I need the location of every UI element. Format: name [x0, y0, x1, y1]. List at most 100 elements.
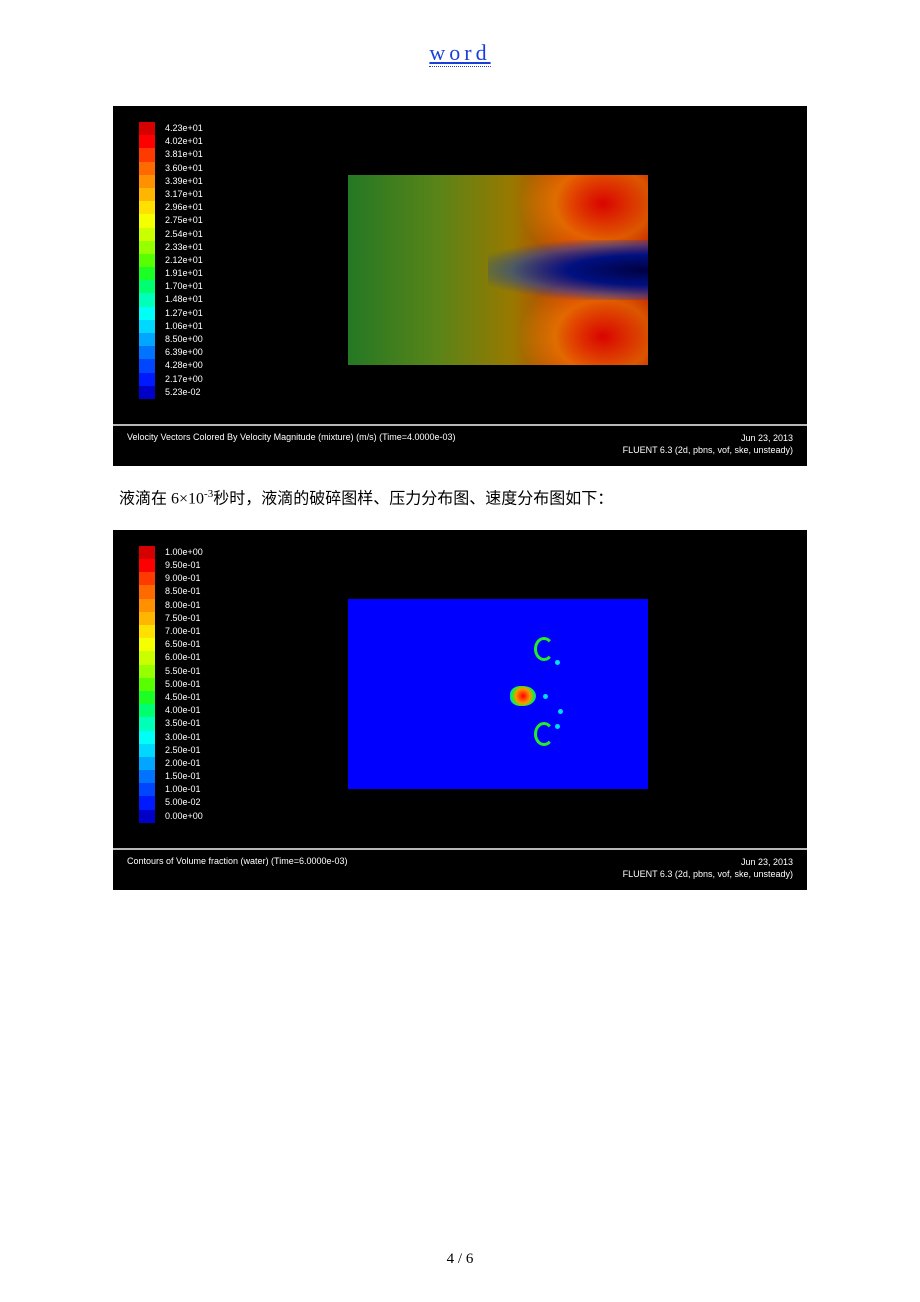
figure1-solver: FLUENT 6.3 (2d, pbns, vof, ske, unsteady…	[623, 444, 793, 456]
colorbar-segment	[139, 731, 155, 744]
colorbar-segment	[139, 678, 155, 691]
colorbar-segment	[139, 254, 155, 267]
legend-value: 1.00e+00	[165, 546, 203, 559]
legend-value: 5.50e-01	[165, 665, 203, 678]
legend-value: 4.50e-01	[165, 691, 203, 704]
vof-microdrop	[543, 694, 548, 699]
figure2-caption-right: Jun 23, 2013 FLUENT 6.3 (2d, pbns, vof, …	[623, 856, 793, 880]
colorbar-segment	[139, 122, 155, 135]
legend-value: 2.00e-01	[165, 757, 203, 770]
colorbar-segment	[139, 651, 155, 664]
legend-value: 6.50e-01	[165, 638, 203, 651]
body-paragraph: 液滴在 6×10-3秒时，液滴的破碎图样、压力分布图、速度分布图如下：	[107, 486, 813, 512]
colorbar-segment	[139, 546, 155, 559]
colorbar-segment	[139, 293, 155, 306]
figure1-visualization	[203, 120, 793, 420]
colorbar-segment	[139, 333, 155, 346]
colorbar-segment	[139, 770, 155, 783]
legend-value: 4.23e+01	[165, 122, 203, 135]
legend-value: 1.00e-01	[165, 783, 203, 796]
legend-value: 3.60e+01	[165, 162, 203, 175]
colorbar-segment	[139, 280, 155, 293]
figure1-legend-labels: 4.23e+014.02e+013.81e+013.60e+013.39e+01…	[165, 120, 203, 420]
legend-value: 5.00e-01	[165, 678, 203, 691]
legend-value: 9.50e-01	[165, 559, 203, 572]
legend-value: 5.00e-02	[165, 796, 203, 809]
colorbar-segment	[139, 638, 155, 651]
colorbar-segment	[139, 783, 155, 796]
colorbar-segment	[139, 267, 155, 280]
vof-droplet-main	[510, 686, 536, 706]
legend-value: 8.50e+00	[165, 333, 203, 346]
legend-value: 2.96e+01	[165, 201, 203, 214]
colorbar-segment	[139, 386, 155, 399]
figure2-plot-area: 1.00e+009.50e-019.00e-018.50e-018.00e-01…	[113, 530, 807, 848]
figure2-visualization	[203, 544, 793, 844]
legend-value: 2.54e+01	[165, 228, 203, 241]
figure1-caption-right: Jun 23, 2013 FLUENT 6.3 (2d, pbns, vof, …	[623, 432, 793, 456]
legend-value: 3.39e+01	[165, 175, 203, 188]
legend-value: 3.81e+01	[165, 148, 203, 161]
legend-value: 9.00e-01	[165, 572, 203, 585]
vof-microdrop	[555, 724, 560, 729]
legend-value: 1.27e+01	[165, 307, 203, 320]
legend-value: 3.00e-01	[165, 731, 203, 744]
legend-value: 3.17e+01	[165, 188, 203, 201]
colorbar-segment	[139, 201, 155, 214]
paragraph-suffix: 秒时，液滴的破碎图样、压力分布图、速度分布图如下：	[213, 490, 613, 507]
legend-value: 4.28e+00	[165, 359, 203, 372]
page-number: 4 / 6	[0, 1251, 920, 1268]
vof-contour-plot	[348, 599, 648, 789]
colorbar-segment	[139, 691, 155, 704]
colorbar-segment	[139, 320, 155, 333]
colorbar-segment	[139, 796, 155, 809]
figure1-plot-area: 4.23e+014.02e+013.81e+013.60e+013.39e+01…	[113, 106, 807, 424]
figure-velocity-vectors: 4.23e+014.02e+013.81e+013.60e+013.39e+01…	[113, 106, 807, 466]
colorbar-segment	[139, 175, 155, 188]
legend-value: 8.50e-01	[165, 585, 203, 598]
word-link[interactable]: word	[429, 40, 490, 67]
document-page: word 4.23e+014.02e+013.81e+013.60e+013.3…	[0, 0, 920, 1302]
figure2-colorbar	[139, 546, 155, 824]
figure1-colorbar	[139, 122, 155, 400]
vof-fragment-lower	[534, 722, 554, 746]
colorbar-segment	[139, 717, 155, 730]
legend-value: 4.02e+01	[165, 135, 203, 148]
colorbar-segment	[139, 162, 155, 175]
figure2-caption: Contours of Volume fraction (water) (Tim…	[113, 850, 807, 890]
figure1-caption: Velocity Vectors Colored By Velocity Mag…	[113, 426, 807, 466]
colorbar-segment	[139, 612, 155, 625]
legend-value: 1.50e-01	[165, 770, 203, 783]
legend-value: 0.00e+00	[165, 810, 203, 823]
legend-value: 2.33e+01	[165, 241, 203, 254]
figure1-date: Jun 23, 2013	[623, 432, 793, 444]
legend-value: 6.39e+00	[165, 346, 203, 359]
paragraph-prefix: 液滴在 6×10	[119, 490, 204, 507]
colorbar-segment	[139, 559, 155, 572]
legend-value: 2.50e-01	[165, 744, 203, 757]
figure2-solver: FLUENT 6.3 (2d, pbns, vof, ske, unsteady…	[623, 868, 793, 880]
vof-microdrop	[558, 709, 563, 714]
legend-value: 2.17e+00	[165, 373, 203, 386]
legend-value: 1.06e+01	[165, 320, 203, 333]
colorbar-segment	[139, 148, 155, 161]
legend-value: 1.91e+01	[165, 267, 203, 280]
page-header: word	[0, 40, 920, 66]
colorbar-segment	[139, 665, 155, 678]
colorbar-segment	[139, 307, 155, 320]
legend-value: 7.50e-01	[165, 612, 203, 625]
colorbar-segment	[139, 625, 155, 638]
figure1-caption-left: Velocity Vectors Colored By Velocity Mag…	[127, 432, 456, 442]
legend-value: 3.50e-01	[165, 717, 203, 730]
colorbar-segment	[139, 188, 155, 201]
figure2-date: Jun 23, 2013	[623, 856, 793, 868]
colorbar-segment	[139, 359, 155, 372]
legend-value: 6.00e-01	[165, 651, 203, 664]
vof-microdrop	[555, 660, 560, 665]
legend-value: 4.00e-01	[165, 704, 203, 717]
colorbar-segment	[139, 572, 155, 585]
colorbar-segment	[139, 228, 155, 241]
colorbar-segment	[139, 810, 155, 823]
legend-value: 2.75e+01	[165, 214, 203, 227]
legend-value: 7.00e-01	[165, 625, 203, 638]
